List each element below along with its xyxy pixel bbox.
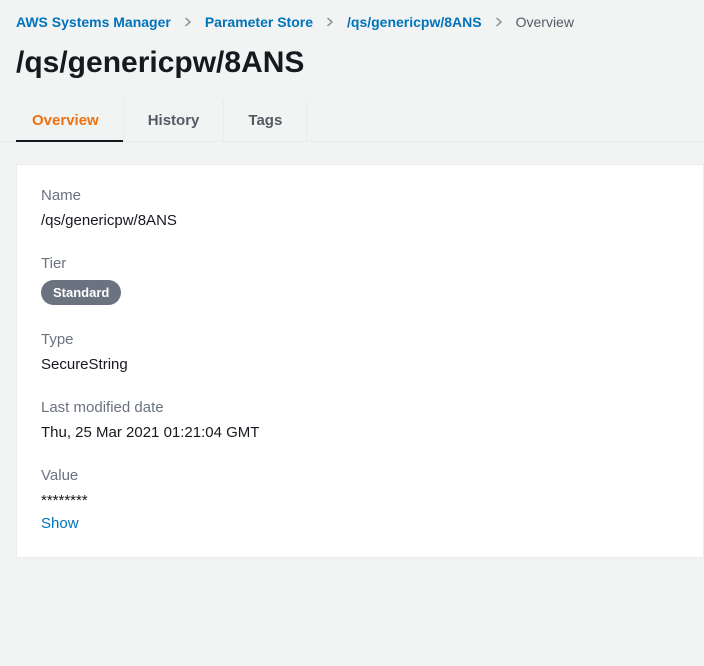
- field-name: Name /qs/genericpw/8ANS: [41, 187, 679, 229]
- breadcrumb: AWS Systems Manager Parameter Store /qs/…: [0, 0, 704, 38]
- field-value-name: /qs/genericpw/8ANS: [41, 212, 679, 229]
- tab-tags[interactable]: Tags: [224, 100, 307, 141]
- field-value-type: SecureString: [41, 356, 679, 373]
- chevron-right-icon: [494, 17, 504, 27]
- chevron-right-icon: [183, 17, 193, 27]
- tab-overview[interactable]: Overview: [16, 100, 124, 141]
- field-last-modified: Last modified date Thu, 25 Mar 2021 01:2…: [41, 399, 679, 441]
- breadcrumb-link-parameter-store[interactable]: Parameter Store: [205, 14, 313, 30]
- breadcrumb-current: Overview: [516, 14, 574, 30]
- show-value-button[interactable]: Show: [41, 515, 79, 532]
- tier-badge: Standard: [41, 280, 121, 305]
- value-masked: ********: [41, 492, 679, 509]
- field-type: Type SecureString: [41, 331, 679, 373]
- field-label-last-modified: Last modified date: [41, 399, 679, 416]
- field-label-value: Value: [41, 467, 679, 484]
- breadcrumb-link-systems-manager[interactable]: AWS Systems Manager: [16, 14, 171, 30]
- field-label-name: Name: [41, 187, 679, 204]
- breadcrumb-link-parameter[interactable]: /qs/genericpw/8ANS: [347, 14, 482, 30]
- field-label-type: Type: [41, 331, 679, 348]
- tab-history[interactable]: History: [124, 100, 225, 141]
- field-tier: Tier Standard: [41, 255, 679, 305]
- details-panel: Name /qs/genericpw/8ANS Tier Standard Ty…: [16, 164, 704, 558]
- chevron-right-icon: [325, 17, 335, 27]
- field-label-tier: Tier: [41, 255, 679, 272]
- tabs: Overview History Tags: [0, 100, 704, 142]
- field-value: Value ******** Show: [41, 467, 679, 533]
- field-value-last-modified: Thu, 25 Mar 2021 01:21:04 GMT: [41, 424, 679, 441]
- page-title: /qs/genericpw/8ANS: [0, 38, 704, 100]
